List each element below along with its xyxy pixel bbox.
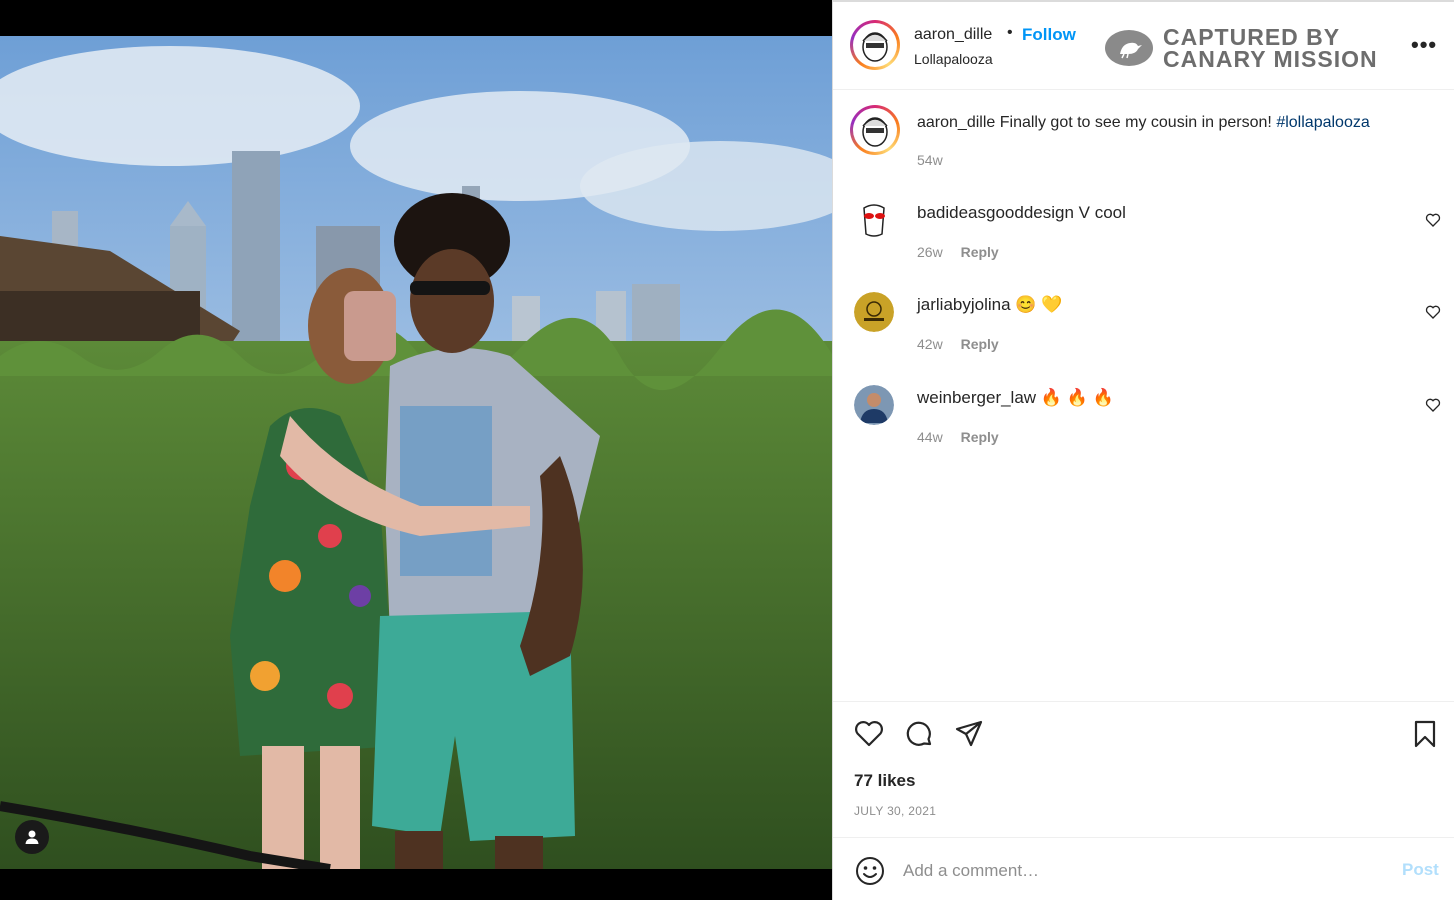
commenter-avatar[interactable]: [854, 292, 894, 332]
watermark: CAPTURED BY CANARY MISSION: [1105, 24, 1378, 72]
comment-body: 🔥 🔥 🔥: [1040, 388, 1114, 407]
reply-button[interactable]: Reply: [961, 244, 999, 260]
like-comment-heart-icon[interactable]: [1425, 397, 1441, 413]
comment-username[interactable]: jarliabyjolina: [917, 295, 1011, 314]
actions-divider: [833, 701, 1454, 702]
add-comment-input[interactable]: [903, 858, 1373, 884]
commenter-avatar[interactable]: [854, 200, 894, 240]
reply-button[interactable]: Reply: [961, 429, 999, 445]
comment-meta: 44w Reply: [917, 429, 999, 445]
post-comment-button[interactable]: Post: [1402, 860, 1439, 880]
comment-bubble-icon[interactable]: [903, 718, 935, 750]
commenter-avatar[interactable]: [854, 385, 894, 425]
post-date: JULY 30, 2021: [854, 804, 937, 818]
comment-time[interactable]: 26w: [917, 244, 943, 260]
caption-time[interactable]: 54w: [917, 152, 943, 168]
watermark-line1: CAPTURED BY: [1163, 24, 1341, 50]
comment-item: jarliabyjolina 😊 💛 42w Reply: [833, 292, 1454, 372]
likes-count[interactable]: 77 likes: [854, 771, 915, 791]
post-photo[interactable]: [0, 36, 832, 869]
comment-item: weinberger_law 🔥 🔥 🔥 44w Reply: [833, 385, 1454, 465]
caption-avatar-image: [862, 117, 888, 147]
author-username[interactable]: aaron_dille: [914, 26, 992, 44]
comment-time[interactable]: 42w: [917, 336, 943, 352]
more-options-icon[interactable]: •••: [1411, 32, 1437, 58]
comment-meta: 42w Reply: [917, 336, 999, 352]
like-heart-icon[interactable]: [853, 718, 885, 750]
comment-body: V cool: [1078, 203, 1126, 222]
post-header: aaron_dille • Follow Lollapalooza CAPTUR…: [833, 2, 1454, 90]
post-sidebar: aaron_dille • Follow Lollapalooza CAPTUR…: [832, 0, 1454, 900]
location-link[interactable]: Lollapalooza: [914, 51, 993, 67]
save-bookmark-icon[interactable]: [1409, 718, 1441, 750]
caption-avatar[interactable]: [850, 105, 900, 155]
author-avatar-image: [862, 32, 888, 62]
comment-meta: 26w Reply: [917, 244, 999, 260]
share-paper-plane-icon[interactable]: [953, 718, 985, 750]
like-comment-heart-icon[interactable]: [1425, 304, 1441, 320]
caption-username[interactable]: aaron_dille: [917, 114, 995, 131]
canary-logo-icon: [1105, 30, 1153, 66]
hashtag-link[interactable]: #lollapalooza: [1276, 114, 1369, 131]
comment-time[interactable]: 44w: [917, 429, 943, 445]
comment-username[interactable]: weinberger_law: [917, 388, 1036, 407]
post-media-panel: [0, 0, 832, 900]
comment-text: badideasgooddesign V cool: [917, 203, 1126, 223]
comment-body: 😊 💛: [1015, 295, 1063, 314]
watermark-line2: CANARY MISSION: [1163, 46, 1378, 72]
comment-text: jarliabyjolina 😊 💛: [917, 295, 1062, 315]
tagged-users-button[interactable]: [15, 820, 49, 854]
comment-text: weinberger_law 🔥 🔥 🔥: [917, 388, 1114, 408]
reply-button[interactable]: Reply: [961, 336, 999, 352]
emoji-smiley-icon[interactable]: [854, 855, 886, 887]
comment-divider: [833, 837, 1454, 838]
caption-text: aaron_dille Finally got to see my cousin…: [917, 112, 1437, 134]
user-icon: [25, 830, 39, 844]
photo-illustration: [0, 36, 832, 869]
comment-item: badideasgooddesign V cool 26w Reply: [833, 200, 1454, 280]
follow-button[interactable]: Follow: [1022, 25, 1076, 45]
caption-body: Finally got to see my cousin in person!: [999, 114, 1272, 131]
separator-dot: •: [1007, 24, 1013, 41]
like-comment-heart-icon[interactable]: [1425, 212, 1441, 228]
comment-username[interactable]: badideasgooddesign: [917, 203, 1074, 222]
author-avatar[interactable]: [850, 20, 900, 70]
